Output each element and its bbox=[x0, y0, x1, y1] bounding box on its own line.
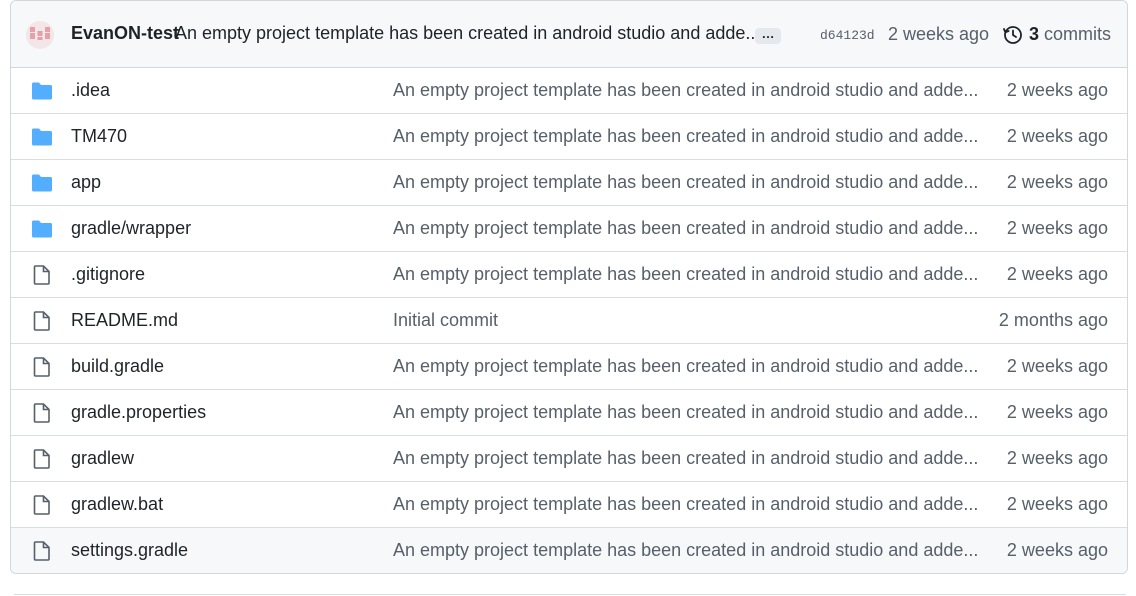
commit-author[interactable]: EvanON-test bbox=[71, 23, 179, 44]
folder-icon bbox=[31, 127, 53, 152]
file-commit-message[interactable]: An empty project template has been creat… bbox=[393, 218, 978, 239]
file-row[interactable]: TM470 An empty project template has been … bbox=[11, 114, 1127, 160]
file-icon bbox=[31, 449, 53, 474]
file-commit-message[interactable]: An empty project template has been creat… bbox=[393, 80, 978, 101]
file-name-link[interactable]: gradle/wrapper bbox=[71, 218, 191, 239]
file-name-link[interactable]: gradlew bbox=[71, 448, 134, 469]
file-row[interactable]: .idea An empty project template has been … bbox=[11, 68, 1127, 114]
file-browser: EvanON-test An empty project template ha… bbox=[10, 0, 1128, 574]
commit-sha[interactable]: d64123d bbox=[820, 28, 875, 43]
file-name-link[interactable]: gradlew.bat bbox=[71, 494, 163, 515]
file-commit-message[interactable]: An empty project template has been creat… bbox=[393, 448, 978, 469]
file-icon bbox=[31, 311, 53, 336]
file-commit-message[interactable]: An empty project template has been creat… bbox=[393, 402, 978, 423]
file-row[interactable]: gradle/wrapper An empty project template … bbox=[11, 206, 1127, 252]
file-commit-date: 2 weeks ago bbox=[1006, 494, 1108, 514]
file-name-link[interactable]: app bbox=[71, 172, 101, 193]
file-name-link[interactable]: TM470 bbox=[71, 126, 127, 147]
file-commit-date: 2 weeks ago bbox=[1006, 218, 1108, 238]
file-row[interactable]: gradle.properties An empty project templa… bbox=[11, 390, 1127, 436]
file-name-link[interactable]: build.gradle bbox=[71, 356, 164, 377]
file-commit-message[interactable]: An empty project template has been creat… bbox=[393, 264, 978, 285]
file-name-link[interactable]: .idea bbox=[71, 80, 110, 101]
commits-count: 3 bbox=[1029, 24, 1040, 44]
file-commit-date: 2 weeks ago bbox=[1006, 356, 1108, 376]
file-commit-date: 2 weeks ago bbox=[1006, 80, 1108, 100]
file-commit-message[interactable]: An empty project template has been creat… bbox=[393, 494, 978, 515]
history-icon[interactable] bbox=[1003, 25, 1023, 50]
file-row[interactable]: .gitignore An empty project template has … bbox=[11, 252, 1127, 298]
file-commit-date: 2 weeks ago bbox=[1006, 264, 1108, 284]
file-commit-message[interactable]: An empty project template has been creat… bbox=[393, 172, 978, 193]
commits-label: commits bbox=[1044, 24, 1112, 44]
file-row[interactable]: build.gradle An empty project template ha… bbox=[11, 344, 1127, 390]
commit-date: 2 weeks ago bbox=[888, 24, 990, 44]
file-row[interactable]: settings.gradle An empty project template… bbox=[11, 528, 1127, 573]
expand-message-button[interactable]: … bbox=[755, 27, 781, 44]
commits-link[interactable]: 3 commits bbox=[1029, 24, 1111, 45]
file-commit-message[interactable]: An empty project template has been creat… bbox=[393, 356, 978, 377]
file-commit-date: 2 weeks ago bbox=[1006, 540, 1108, 560]
file-name-link[interactable]: .gitignore bbox=[71, 264, 145, 285]
file-commit-date: 2 weeks ago bbox=[1006, 172, 1108, 192]
file-commit-date: 2 weeks ago bbox=[1006, 448, 1108, 468]
file-commit-message[interactable]: An empty project template has been creat… bbox=[393, 126, 978, 147]
commit-message[interactable]: An empty project template has been creat… bbox=[175, 23, 760, 44]
file-row[interactable]: gradlew.bat An empty project template has… bbox=[11, 482, 1127, 528]
file-icon bbox=[31, 357, 53, 382]
file-name-link[interactable]: gradle.properties bbox=[71, 402, 206, 423]
folder-icon bbox=[31, 173, 53, 198]
file-icon bbox=[31, 265, 53, 290]
divider bbox=[14, 594, 1126, 595]
file-commit-date: 2 weeks ago bbox=[1006, 402, 1108, 422]
folder-icon bbox=[31, 219, 53, 244]
file-name-link[interactable]: README.md bbox=[71, 310, 178, 331]
latest-commit-bar: EvanON-test An empty project template ha… bbox=[11, 1, 1127, 68]
file-name-link[interactable]: settings.gradle bbox=[71, 540, 188, 561]
file-commit-message[interactable]: Initial commit bbox=[393, 310, 498, 331]
file-row[interactable]: app An empty project template has been cr… bbox=[11, 160, 1127, 206]
file-row[interactable]: README.md Initial commit 2 months ago bbox=[11, 298, 1127, 344]
folder-icon bbox=[31, 81, 53, 106]
file-icon bbox=[31, 403, 53, 428]
file-commit-date: 2 months ago bbox=[998, 310, 1108, 330]
file-icon bbox=[31, 495, 53, 520]
file-icon bbox=[31, 541, 53, 566]
file-commit-date: 2 weeks ago bbox=[1006, 126, 1108, 146]
file-commit-message[interactable]: An empty project template has been creat… bbox=[393, 540, 978, 561]
file-row[interactable]: gradlew An empty project template has bee… bbox=[11, 436, 1127, 482]
avatar[interactable] bbox=[26, 21, 54, 49]
